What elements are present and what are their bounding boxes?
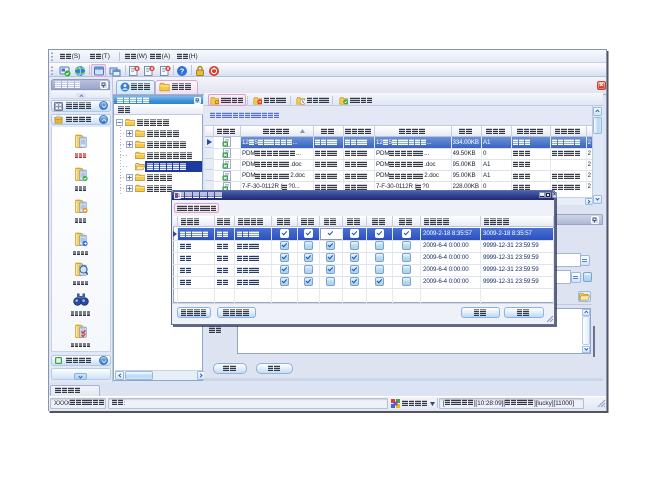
svg-text:?: ? [180, 66, 185, 75]
